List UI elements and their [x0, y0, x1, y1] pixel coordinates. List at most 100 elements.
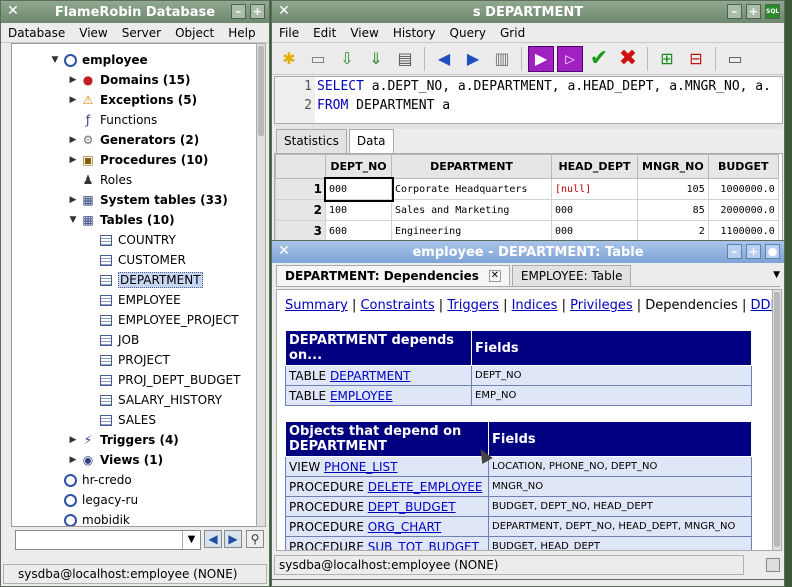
chevron-down-icon[interactable]: ▼	[182, 531, 200, 549]
sql-code[interactable]: SELECT a.DEPT_NO, a.DEPARTMENT, a.HEAD_D…	[317, 77, 771, 115]
menu-item[interactable]: View	[72, 26, 114, 40]
column-header[interactable]: DEPARTMENT	[391, 154, 552, 179]
tree-item[interactable]: mobidik	[48, 510, 130, 526]
forward-arrow-icon[interactable]: ▶	[224, 530, 242, 548]
tree-item[interactable]: SALARY_HISTORY	[84, 390, 222, 410]
tree-item[interactable]: ƒ Functions	[66, 110, 157, 130]
delete-row-icon[interactable]: ⊟	[683, 46, 709, 72]
menu-item[interactable]: View	[343, 26, 385, 40]
grid-cell[interactable]: [null]	[551, 178, 638, 200]
save-icon[interactable]: ⇩	[334, 46, 360, 72]
grid-cell[interactable]: 600	[325, 220, 392, 242]
grid-cell[interactable]: Sales and Marketing	[391, 199, 552, 221]
title-bar[interactable]: ✕ s DEPARTMENT – + SQL	[272, 1, 784, 23]
expand-arrow-icon[interactable]: ▶	[66, 135, 80, 145]
column-header[interactable]: MNGR_NO	[637, 154, 709, 179]
tree-item[interactable]: ▶ ◉ Views (1)	[66, 450, 164, 470]
tab-employee-table[interactable]: EMPLOYEE: Table	[511, 265, 632, 286]
tree-item[interactable]: ♟ Roles	[66, 170, 133, 190]
link-indices[interactable]: Indices	[512, 298, 558, 313]
sql-editor[interactable]: 12 SELECT a.DEPT_NO, a.DEPARTMENT, a.HEA…	[274, 76, 783, 124]
maximize-icon[interactable]: +	[746, 4, 761, 19]
tree-item[interactable]: hr-credo	[48, 470, 132, 490]
object-link[interactable]: EMPLOYEE	[330, 389, 393, 403]
data-grid[interactable]: DEPT_NO DEPARTMENT HEAD_DEPT MNGR_NO BUDGET 1…	[274, 153, 783, 245]
new-icon[interactable]: ✱	[276, 46, 302, 72]
grid-cell[interactable]: 000	[551, 199, 638, 221]
save-as-icon[interactable]: ⇓	[363, 46, 389, 72]
title-bar[interactable]: ✕ employee - DEPARTMENT: Table – + ●	[272, 241, 784, 263]
expand-arrow-icon[interactable]: ▶	[66, 435, 80, 445]
menu-item[interactable]: Server	[115, 26, 168, 40]
grid-cell[interactable]: 1100000.0	[707, 220, 779, 242]
grid-cell[interactable]: 100	[325, 199, 392, 221]
tree-item[interactable]: ▶ ⚙ Generators (2)	[66, 130, 200, 150]
close-icon[interactable]: ✕	[5, 3, 21, 19]
tree-item[interactable]: SALES	[84, 410, 156, 430]
tree-item[interactable]: ▼ employee	[48, 50, 148, 70]
tree-item[interactable]: EMPLOYEE	[84, 290, 181, 310]
column-header[interactable]: DEPT_NO	[325, 154, 392, 179]
column-header[interactable]: BUDGET	[707, 154, 779, 179]
object-link[interactable]: DEPARTMENT	[330, 369, 411, 383]
menu-item[interactable]: File	[272, 26, 306, 40]
minimize-icon[interactable]: –	[727, 4, 742, 19]
open-folder-icon[interactable]: ▭	[305, 46, 331, 72]
maximize-icon[interactable]: +	[746, 244, 761, 259]
grid-cell[interactable]: 000	[323, 176, 394, 202]
maximize-icon[interactable]: +	[250, 4, 265, 19]
column-header[interactable]: HEAD_DEPT	[551, 154, 638, 179]
tree-scrollbar[interactable]	[256, 43, 266, 527]
menu-item[interactable]: Object	[168, 26, 221, 40]
link-constraints[interactable]: Constraints	[360, 298, 434, 313]
grid-cell[interactable]: Corporate Headquarters	[391, 178, 552, 200]
link-privileges[interactable]: Privileges	[570, 298, 633, 313]
expand-arrow-icon[interactable]: ▶	[66, 195, 80, 205]
close-tab-icon[interactable]: ✕	[488, 270, 501, 282]
tree-item[interactable]: COUNTRY	[84, 230, 176, 250]
insert-row-icon[interactable]: ⊞	[654, 46, 680, 72]
tree-item[interactable]: DEPARTMENT	[84, 270, 203, 290]
database-tree[interactable]: ▼ employee ▶ ● Domains (15) ▶ ⚠ Exceptions (5) ƒ…	[11, 43, 258, 527]
tab-statistics[interactable]: Statistics	[276, 129, 347, 153]
link-summary[interactable]: Summary	[285, 298, 348, 313]
execute-icon[interactable]: ▶	[528, 45, 554, 72]
table-row[interactable]: 3 600 Engineering 000 2 1100000.0	[275, 220, 779, 242]
tree-item[interactable]: CUSTOMER	[84, 250, 186, 270]
close-icon[interactable]: ✕	[276, 243, 292, 259]
tab-list-icon[interactable]: ▼	[773, 265, 780, 286]
column-header[interactable]	[275, 154, 326, 179]
tree-item[interactable]: legacy-ru	[48, 490, 138, 510]
grid-cell[interactable]: 2000000.0	[707, 199, 779, 221]
tree-item[interactable]: JOB	[84, 330, 139, 350]
tree-item[interactable]: EMPLOYEE_PROJECT	[84, 310, 239, 330]
link-triggers[interactable]: Triggers	[447, 298, 499, 313]
object-link[interactable]: DELETE_EMPLOYEE	[368, 480, 483, 494]
expand-arrow-icon[interactable]: ▶	[66, 155, 80, 165]
execute-plan-icon[interactable]: ▷	[557, 45, 583, 72]
close-icon[interactable]: ✕	[276, 3, 292, 19]
menu-item[interactable]: Query	[443, 26, 493, 40]
tree-item[interactable]: PROJ_DEPT_BUDGET	[84, 370, 240, 390]
object-link[interactable]: DEPT_BUDGET	[368, 500, 456, 514]
tree-item[interactable]: ▶ ▦ System tables (33)	[66, 190, 228, 210]
grid-cell[interactable]: Engineering	[391, 220, 552, 242]
menu-item[interactable]: Grid	[493, 26, 532, 40]
tab-data[interactable]: Data	[348, 129, 394, 153]
view-scrollbar[interactable]	[772, 289, 782, 551]
title-bar[interactable]: ✕ FlameRobin Database – +	[1, 1, 269, 23]
grid-cell[interactable]: 000	[551, 220, 638, 242]
table-row[interactable]: 1 000 Corporate Headquarters [null] 105 10000…	[275, 176, 779, 202]
history-icon[interactable]: ▥	[489, 46, 515, 72]
tree-item[interactable]: ▶ ▣ Procedures (10)	[66, 150, 209, 170]
back-arrow-icon[interactable]: ◀	[431, 46, 457, 72]
menu-item[interactable]: Help	[221, 26, 262, 40]
back-arrow-icon[interactable]: ◀	[204, 530, 222, 548]
split-view-icon[interactable]: ▭	[722, 46, 748, 72]
tab-dependencies[interactable]: DEPARTMENT: Dependencies ✕	[276, 265, 510, 286]
tree-item[interactable]: PROJECT	[84, 350, 170, 370]
menu-item[interactable]: Edit	[306, 26, 343, 40]
search-combo[interactable]: ▼	[15, 530, 201, 550]
book-icon[interactable]: ▤	[392, 46, 418, 72]
binoculars-icon[interactable]: ⚲	[246, 530, 264, 548]
